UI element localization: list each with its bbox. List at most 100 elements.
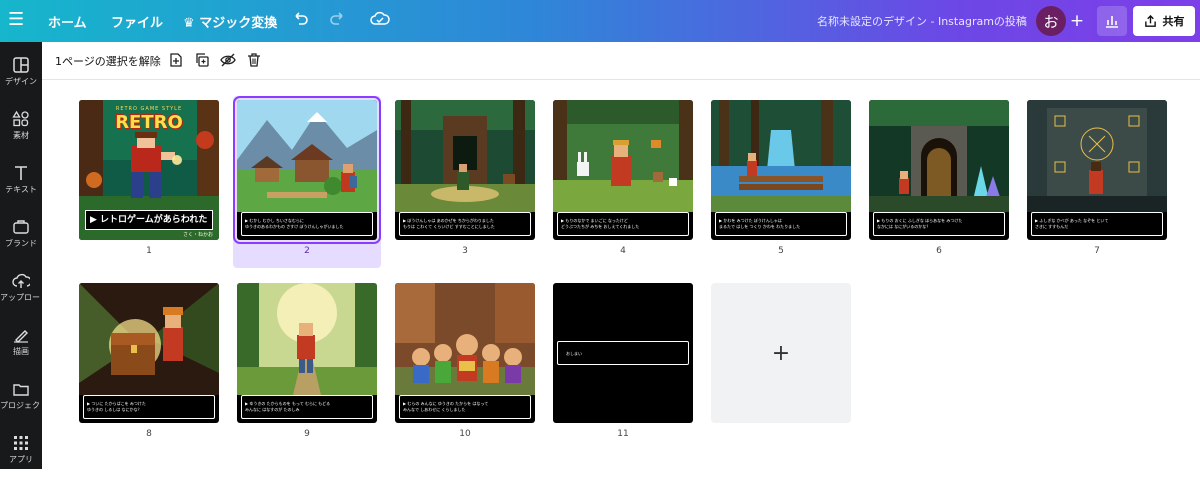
left-rail: デザイン 素材 テキスト ブランド アップロード 描画 プロジェクト アプリ (0, 42, 42, 469)
rail-item-upload[interactable]: アップロード (0, 264, 42, 316)
rail-item-apps[interactable]: アプリ (0, 426, 42, 478)
cover-banner: ▶ レトロゲームがあらわれた (85, 210, 213, 230)
page-canvas[interactable]: ▶ もりの おくに ふしぎな ほらあなを みつけた なかには なにがいるのかな？ (869, 100, 1009, 240)
rail-item-label: テキスト (5, 185, 37, 194)
magic-switch-button[interactable]: ♛ マジック変換 (183, 12, 277, 31)
rail-item-text[interactable]: テキスト (0, 156, 42, 208)
rail-item-design[interactable]: デザイン (0, 48, 42, 100)
page-number: 10 (459, 429, 471, 439)
page-canvas[interactable]: ▶ かわを みつけた ぼうけんしゃは まるたで はしを つくり かわを わたりま… (711, 100, 851, 240)
rail-item-draw[interactable]: 描画 (0, 318, 42, 370)
document-title[interactable]: 名称未設定のデザイン - Instagramの投稿 (817, 13, 1027, 29)
rail-item-brand[interactable]: ブランド (0, 210, 42, 262)
draw-icon (14, 330, 28, 343)
dialog-box: ▶ かわを みつけた ぼうけんしゃは まるたで はしを つくり かわを わたりま… (715, 212, 847, 236)
add-page-icon[interactable] (168, 52, 184, 68)
page-thumbnail-9[interactable]: ▶ ゆうきの たからものを もって むらに もどる みんなに はなすのが たのし… (233, 279, 381, 447)
page-thumbnail-3[interactable]: ▶ ぼうけんしゃは あのかぜを ちからがわりました もりは こわくて くらいけど… (391, 96, 539, 264)
page-number: 7 (1094, 246, 1100, 256)
rail-item-label: ブランド (5, 239, 37, 248)
page-canvas[interactable]: RETRO GAME STYLE RETRO ▶ レトロゲームがあらわれた さく… (79, 100, 219, 240)
page-canvas[interactable]: ▶ ゆうきの たからものを もって むらに もどる みんなに はなすのが たのし… (237, 283, 377, 423)
rail-item-projects[interactable]: プロジェクト (0, 372, 42, 424)
page-number: 3 (462, 246, 468, 256)
rail-item-label: アプリ (9, 455, 33, 464)
file-menu-button[interactable]: ファイル (111, 12, 163, 31)
page-number: 8 (146, 429, 152, 439)
share-upload-icon (1144, 14, 1156, 27)
duplicate-page-icon[interactable] (194, 52, 210, 68)
dialog-line-2: ゆうきの しるしは なにかな？ (87, 407, 142, 412)
retro-logo: RETRO (115, 112, 183, 133)
share-button[interactable]: 共有 (1133, 6, 1195, 36)
page-canvas[interactable]: ▶ もりのなかで まいごに なったけど どうぶつたちが みちを おしえてくれまし… (553, 100, 693, 240)
ending-dialog-box: おしまい (557, 341, 689, 365)
crown-icon: ♛ (183, 16, 200, 31)
hamburger-menu-icon[interactable]: ☰ (8, 9, 24, 30)
page-thumbnail-8[interactable]: ▶ ついに たからばこを みつけた ゆうきの しるしは なにかな？ 8 (75, 279, 223, 447)
dialog-line-2: みんなで しあわせに くらしました (403, 407, 466, 412)
rail-item-elements[interactable]: 素材 (0, 102, 42, 154)
dialog-box: ▶ むかし むかし ちいさなむらに ゆうきのあるわかもの さすけ ぼうけんしゃが… (241, 212, 373, 236)
dialog-box: ▶ ぼうけんしゃは あのかぜを ちからがわりました もりは こわくて くらいけど… (399, 212, 531, 236)
page-thumbnail-1[interactable]: RETRO GAME STYLE RETRO ▶ レトロゲームがあらわれた さく… (75, 96, 223, 264)
bar-chart-icon (1106, 16, 1118, 28)
dialog-box: ▶ もりの おくに ふしぎな ほらあなを みつけた なかには なにがいるのかな？ (873, 212, 1005, 236)
dialog-box: ▶ もりのなかで まいごに なったけど どうぶつたちが みちを おしえてくれまし… (557, 212, 689, 236)
cover-credit: さく・ねかお (182, 232, 213, 238)
rail-item-label: プロジェクト (0, 401, 42, 410)
page-thumbnail-11[interactable]: おしまい 11 (549, 279, 697, 447)
brand-icon (13, 220, 29, 234)
text-icon (15, 166, 27, 180)
rail-item-label: 素材 (13, 131, 29, 140)
dialog-line-2: まるたで はしを つくり かわを わたりました (719, 224, 801, 229)
rail-item-label: デザイン (5, 77, 37, 86)
page-canvas[interactable]: ▶ ぼうけんしゃは あのかぜを ちからがわりました もりは こわくて くらいけど… (395, 100, 535, 240)
top-bar: ☰ ホーム ファイル ♛ マジック変換 名称未設定のデザイン - Instagr… (0, 0, 1200, 42)
dialog-box: ▶ ついに たからばこを みつけた ゆうきの しるしは なにかな？ (83, 395, 215, 419)
page-number: 2 (304, 246, 310, 256)
dialog-line-2: どうぶつたちが みちを おしえてくれました (561, 224, 640, 229)
home-button[interactable]: ホーム (48, 12, 87, 31)
avatar[interactable]: お (1036, 6, 1066, 36)
cloud-saved-icon[interactable] (370, 10, 390, 32)
page-thumbnail-6[interactable]: ▶ もりの おくに ふしぎな ほらあなを みつけた なかには なにがいるのかな？… (865, 96, 1013, 264)
trash-icon[interactable] (246, 52, 262, 68)
add-page-button[interactable]: + (711, 283, 851, 423)
undo-icon[interactable] (292, 10, 310, 32)
page-canvas[interactable]: ▶ ついに たからばこを みつけた ゆうきの しるしは なにかな？ (79, 283, 219, 423)
share-label: 共有 (1162, 15, 1185, 28)
deselect-pages-button[interactable]: 1ページの選択を解除 (55, 53, 161, 69)
page-number: 9 (304, 429, 310, 439)
dialog-line-2: ゆうきのあるわかもの さすけ ぼうけんしゃがいました (245, 224, 344, 229)
dialog-line-2: さきに すすもんだ (1035, 224, 1069, 229)
avatar-initial: お (1043, 12, 1059, 31)
dialog-line-2: なかには なにがいるのかな？ (877, 224, 931, 229)
apps-icon (14, 436, 28, 450)
redo-icon[interactable] (328, 10, 346, 32)
invite-plus-icon[interactable]: + (1066, 10, 1088, 32)
hide-page-icon[interactable] (220, 52, 236, 68)
rail-item-label: 描画 (13, 347, 29, 356)
page-thumbnail-4[interactable]: ▶ もりのなかで まいごに なったけど どうぶつたちが みちを おしえてくれまし… (549, 96, 697, 264)
page-number: 5 (778, 246, 784, 256)
page-number: 11 (617, 429, 629, 439)
page-canvas[interactable]: ▶ むかし むかし ちいさなむらに ゆうきのあるわかもの さすけ ぼうけんしゃが… (233, 96, 381, 244)
page-selection-toolbar: 1ページの選択を解除 (42, 42, 1200, 80)
dialog-box: ▶ ゆうきの たからものを もって むらに もどる みんなに はなすのが たのし… (241, 395, 373, 419)
page-thumbnail-2[interactable]: ▶ むかし むかし ちいさなむらに ゆうきのあるわかもの さすけ ぼうけんしゃが… (233, 96, 381, 268)
page-number: 6 (936, 246, 942, 256)
dialog-line-2: もりは こわくて くらいけど すすむことにしました (403, 224, 495, 229)
page-number: 1 (146, 246, 152, 256)
dialog-box: ▶ ふしぎな かべが あった なぞを といて さきに すすもんだ (1031, 212, 1163, 236)
page-canvas[interactable]: おしまい (553, 283, 693, 423)
page-canvas[interactable]: ▶ ふしぎな かべが あった なぞを といて さきに すすもんだ (1027, 100, 1167, 240)
page-thumbnail-7[interactable]: ▶ ふしぎな かべが あった なぞを といて さきに すすもんだ 7 (1023, 96, 1171, 264)
page-thumbnail-5[interactable]: ▶ かわを みつけた ぼうけんしゃは まるたで はしを つくり かわを わたりま… (707, 96, 855, 264)
dialog-line-2: みんなに はなすのが たのしみ (245, 407, 300, 412)
analytics-button[interactable] (1097, 6, 1127, 36)
page-canvas[interactable]: ▶ むらの みんなに ゆうきの たからを はなって みんなで しあわせに くらし… (395, 283, 535, 423)
dialog-box: ▶ むらの みんなに ゆうきの たからを はなって みんなで しあわせに くらし… (399, 395, 531, 419)
page-thumbnail-10[interactable]: ▶ むらの みんなに ゆうきの たからを はなって みんなで しあわせに くらし… (391, 279, 539, 447)
layout-icon (13, 57, 29, 73)
